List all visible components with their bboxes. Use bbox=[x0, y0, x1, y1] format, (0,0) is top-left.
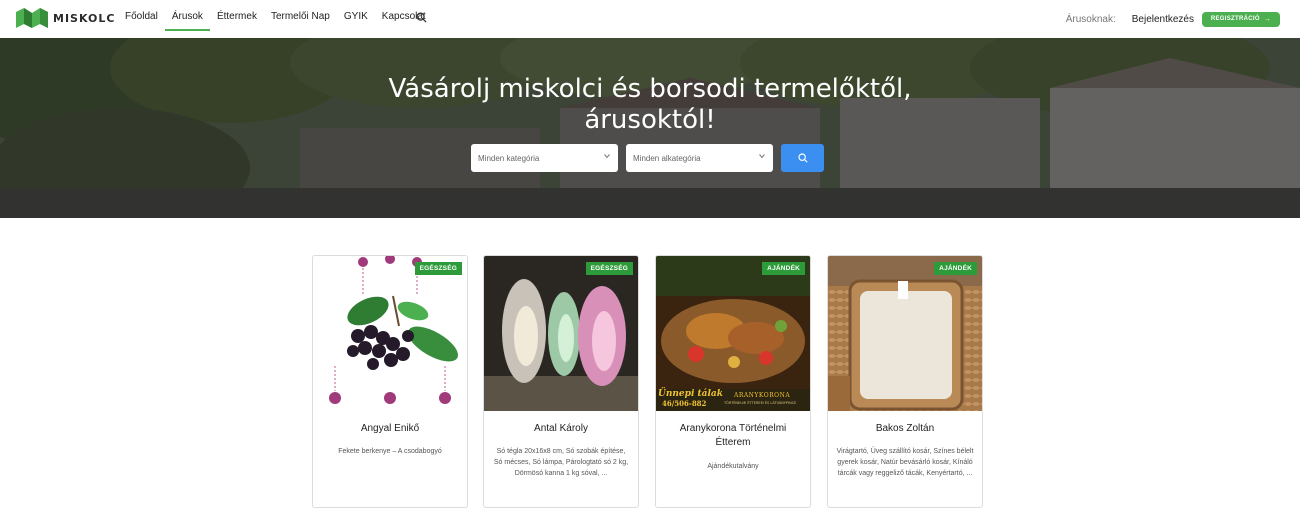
category-select-value: Minden kategória bbox=[478, 153, 540, 163]
menu-item-ettermek[interactable]: Éttermek bbox=[210, 0, 264, 31]
menu-item-fooldal[interactable]: Főoldal bbox=[118, 0, 165, 31]
seller-card[interactable]: EGÉSZSÉG Antal Károly Só tégla 20x16x8 c… bbox=[483, 255, 639, 508]
seller-name: Antal Károly bbox=[534, 423, 588, 434]
logo-text: MISKOLC bbox=[53, 11, 116, 25]
seller-card-image bbox=[484, 256, 638, 411]
seller-name: Aranykorona Történelmi Étterem bbox=[679, 423, 787, 448]
hero-title-line-1: Vásárolj miskolci és borsodi termelőktől… bbox=[388, 74, 912, 104]
category-badge: AJÁNDÉK bbox=[762, 262, 805, 275]
menu-item-arusok[interactable]: Árusok bbox=[164, 0, 210, 31]
aronia-infographic-image bbox=[313, 256, 467, 411]
hero-banner: Vásárolj miskolci és borsodi termelőktől… bbox=[0, 38, 1300, 218]
hero-title: Vásárolj miskolci és borsodi termelőktől… bbox=[0, 74, 1300, 136]
image-caption-subtitle: TÖRTÉNELMI ÉTTEREM ÉS LÁTVÁNYPINCE bbox=[724, 401, 797, 405]
seller-name: Angyal Enikő bbox=[360, 423, 420, 434]
image-caption-phone: 46/506-882 bbox=[662, 399, 707, 408]
login-link[interactable]: Bejelentkezés bbox=[1132, 14, 1194, 25]
seller-card-image bbox=[313, 256, 467, 411]
sellers-label: Árusoknak: bbox=[1065, 13, 1116, 25]
search-icon bbox=[797, 153, 808, 163]
category-badge: EGÉSZSÉG bbox=[414, 262, 462, 275]
category-badge: AJÁNDÉK bbox=[934, 262, 977, 275]
seller-description: Virágtartó, Üveg szállító kosár, Színes … bbox=[836, 448, 974, 477]
seller-name: Bakos Zoltán bbox=[875, 423, 935, 434]
seller-description: Ajándékutalvány bbox=[707, 463, 759, 470]
chevron-down-icon bbox=[604, 154, 610, 159]
seller-description: Fekete berkenye – A csodabogyó bbox=[338, 448, 442, 455]
seller-card[interactable]: AJÁNDÉK Bakos Zoltán Virágtartó, Üveg sz… bbox=[827, 255, 983, 508]
hero-search-button[interactable] bbox=[781, 144, 824, 172]
search-icon[interactable] bbox=[416, 12, 427, 23]
account-nav: Árusoknak: Bejelentkezés REGISZTRÁCIÓ → bbox=[1066, 0, 1280, 38]
register-button[interactable]: REGISZTRÁCIÓ → bbox=[1202, 11, 1280, 27]
image-caption-title: Ünnepi tálak bbox=[658, 389, 723, 399]
seller-card-image: Ünnepi tálak 46/506-882 ARANYKORONA TÖRT… bbox=[656, 256, 810, 411]
category-select[interactable]: Minden kategória bbox=[471, 144, 618, 172]
salt-lamp-image bbox=[484, 256, 638, 411]
register-label: REGISZTRÁCIÓ bbox=[1210, 16, 1260, 22]
wicker-basket-image bbox=[828, 256, 982, 411]
chevron-down-icon bbox=[759, 154, 765, 159]
menu-item-gyik[interactable]: GYIK bbox=[337, 0, 375, 31]
top-navbar: MISKOLC Főoldal Árusok Éttermek Termelői… bbox=[0, 0, 1300, 38]
category-badge: EGÉSZSÉG bbox=[585, 262, 633, 275]
main-menu: Főoldal Árusok Éttermek Termelői Nap GYI… bbox=[118, 0, 433, 38]
subcategory-select[interactable]: Minden alkategória bbox=[626, 144, 773, 172]
festive-platter-image bbox=[656, 256, 810, 411]
seller-card[interactable]: EGÉSZSÉG Angyal Enikő Fekete berkenye – … bbox=[312, 255, 468, 508]
seller-card[interactable]: Ünnepi tálak 46/506-882 ARANYKORONA TÖRT… bbox=[655, 255, 811, 508]
seller-description: Só tégla 20x16x8 cm, Só szobák építése, … bbox=[493, 448, 629, 477]
seller-card-image bbox=[828, 256, 982, 411]
subcategory-select-value: Minden alkategória bbox=[633, 153, 701, 163]
hero-title-line-2: árusoktól! bbox=[584, 105, 716, 135]
arrow-right-icon: → bbox=[1263, 15, 1272, 23]
logo[interactable]: MISKOLC bbox=[16, 8, 115, 28]
image-caption-brand: ARANYKORONA bbox=[734, 392, 791, 399]
menu-item-termeloi-nap[interactable]: Termelői Nap bbox=[264, 0, 337, 31]
logo-mark-icon bbox=[16, 8, 48, 28]
